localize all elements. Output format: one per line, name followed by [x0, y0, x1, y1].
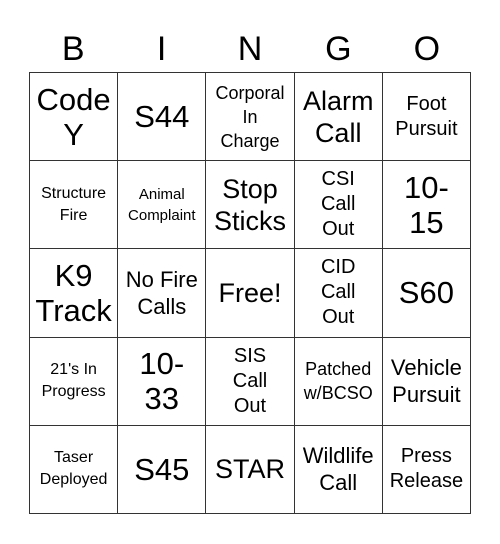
bingo-cell[interactable]: Foot Pursuit: [382, 73, 471, 162]
bingo-cell[interactable]: S45: [118, 425, 207, 514]
bingo-cell[interactable]: K9 Track: [30, 249, 119, 338]
bingo-cell[interactable]: 10- 15: [382, 161, 471, 250]
bingo-cell[interactable]: Alarm Call: [294, 73, 383, 162]
bingo-cell[interactable]: CSI Call Out: [294, 161, 383, 250]
bingo-cell[interactable]: SIS Call Out: [206, 337, 295, 426]
header-letter-b: B: [61, 30, 85, 68]
header-letter-g: G: [325, 30, 352, 68]
bingo-cell[interactable]: No Fire Calls: [118, 249, 207, 338]
header-letter-o: O: [413, 30, 441, 68]
bingo-cell[interactable]: 21's In Progress: [30, 337, 119, 426]
bingo-cell-free[interactable]: Free!: [206, 249, 295, 338]
bingo-cell[interactable]: Wildlife Call: [294, 425, 383, 514]
bingo-cell[interactable]: Patched w/BCSO: [294, 337, 383, 426]
bingo-cell[interactable]: CID Call Out: [294, 249, 383, 338]
bingo-cell[interactable]: Press Release: [382, 425, 471, 514]
bingo-cell[interactable]: S44: [118, 73, 207, 162]
bingo-card: Code Y S44 Corporal In Charge Alarm Call…: [29, 72, 471, 514]
header-letter-i: I: [156, 30, 167, 68]
header-letter-n: N: [237, 30, 263, 68]
bingo-cell[interactable]: Corporal In Charge: [206, 73, 295, 162]
bingo-cell[interactable]: Code Y: [30, 73, 119, 162]
bingo-cell[interactable]: STAR: [206, 425, 295, 514]
bingo-cell[interactable]: Vehicle Pursuit: [382, 337, 471, 426]
bingo-cell[interactable]: Structure Fire: [30, 161, 119, 250]
bingo-header: B I N G O: [29, 26, 471, 72]
bingo-cell[interactable]: 10- 33: [118, 337, 207, 426]
bingo-cell[interactable]: Stop Sticks: [206, 161, 295, 250]
bingo-cell[interactable]: Animal Complaint: [118, 161, 207, 250]
bingo-cell[interactable]: Taser Deployed: [30, 425, 119, 514]
bingo-cell[interactable]: S60: [382, 249, 471, 338]
